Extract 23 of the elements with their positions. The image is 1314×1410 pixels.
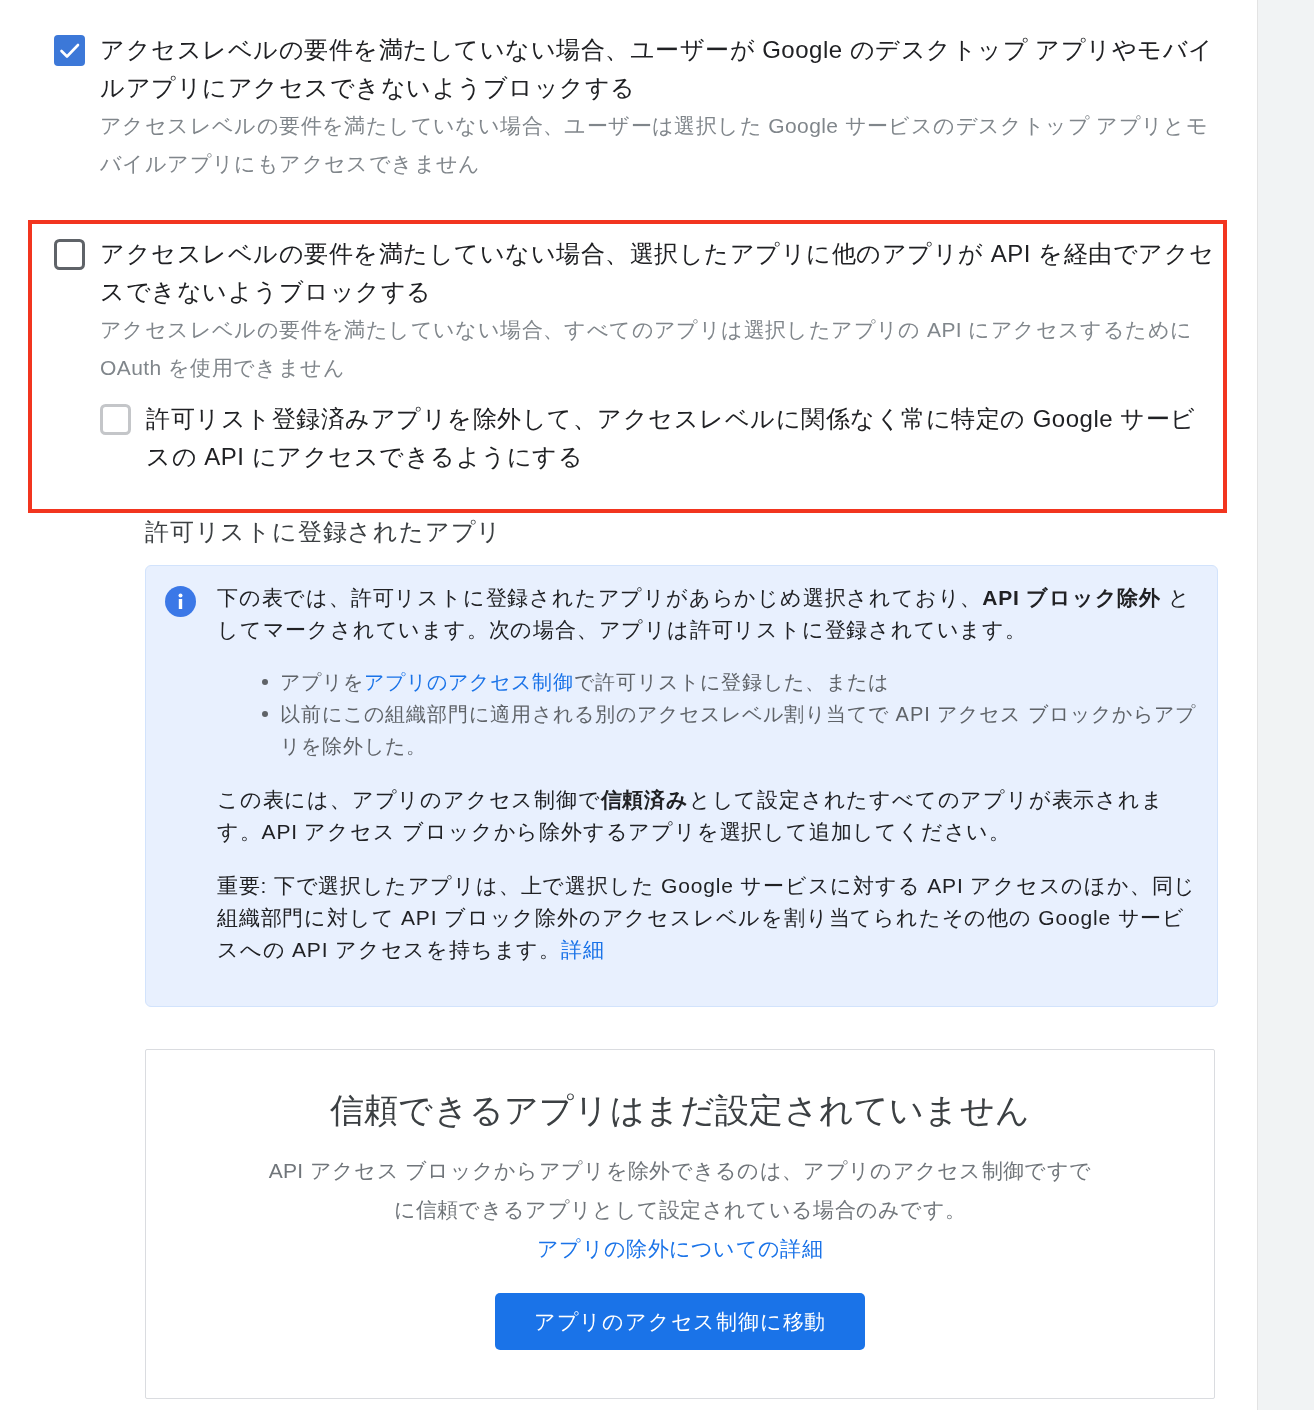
section-heading: 許可リストに登録されたアプリ bbox=[145, 517, 504, 547]
empty-state-title: 信頼できるアプリはまだ設定されていません bbox=[330, 1090, 1030, 1131]
empty-state-description: API アクセス ブロックからアプリを除外できるのは、アプリのアクセス制御ですでに信頼できるアプリとして設定されている場合のみです。 アプリの除外についての詳細 bbox=[267, 1158, 1093, 1262]
checkbox[interactable] bbox=[54, 35, 85, 66]
bullet-text: アプリを アプリのアクセス制御で許可リストに登録した、または bbox=[280, 670, 890, 695]
info-paragraph: 下の表では、許可リストに登録されたアプリがあらかじめ選択されており、API ブロック除外 としてマークされています。次の場合、アプリは許可リストに登録されています。 bbox=[217, 585, 1192, 643]
info-icon bbox=[165, 586, 196, 617]
bullet-text: 以前にこの組織部門に適用される別のアクセスレベル割り当てで API アクセス ブロックからアプリを除外した。 bbox=[280, 702, 1197, 759]
option-description: アクセスレベルの要件を満たしていない場合、すべてのアプリは選択したアプリの API にアクセスするために OAuth を使用できません bbox=[100, 317, 1194, 381]
option-description: アクセスレベルの要件を満たしていない場合、ユーザーは選択した Google サービスのデスクトップ アプリとモバイルアプリにもアクセスできません bbox=[100, 113, 1210, 177]
checkbox[interactable] bbox=[100, 404, 131, 435]
bullet-icon bbox=[262, 679, 268, 685]
option-label: アクセスレベルの要件を満たしていない場合、選択したアプリに他のアプリが API を経由でアクセスできないようブロックする bbox=[100, 239, 1216, 307]
link[interactable]: アプリのアクセス制御 bbox=[364, 671, 574, 693]
link[interactable]: 詳細 bbox=[560, 938, 605, 961]
option-label: 許可リスト登録済みアプリを除外して、アクセスレベルに関係なく常に特定の Google サービスの API にアクセスできるようにする bbox=[146, 404, 1197, 472]
checkbox[interactable] bbox=[54, 239, 85, 270]
bullet-icon bbox=[262, 711, 268, 717]
primary-button[interactable]: アプリのアクセス制御に移動 bbox=[495, 1293, 865, 1350]
info-paragraph: 重要: 下で選択したアプリは、上で選択した Google サービスに対する API アクセスのほか、同じ組織部門に対して API ブロック除外のアクセスレベルを割り当てられたその他の Google サービスへの API アクセスを持ちます。詳細 bbox=[217, 873, 1197, 963]
link[interactable]: アプリの除外についての詳細 bbox=[537, 1237, 823, 1260]
info-paragraph: この表には、アプリのアクセス制御で信頼済みとして設定されたすべてのアプリが表示されます。API アクセス ブロックから除外するアプリを選択して追加してください。 bbox=[217, 787, 1165, 845]
option-label: アクセスレベルの要件を満たしていない場合、ユーザーが Google のデスクトップ アプリやモバイルアプリにアクセスできないようブロックする bbox=[100, 35, 1215, 103]
